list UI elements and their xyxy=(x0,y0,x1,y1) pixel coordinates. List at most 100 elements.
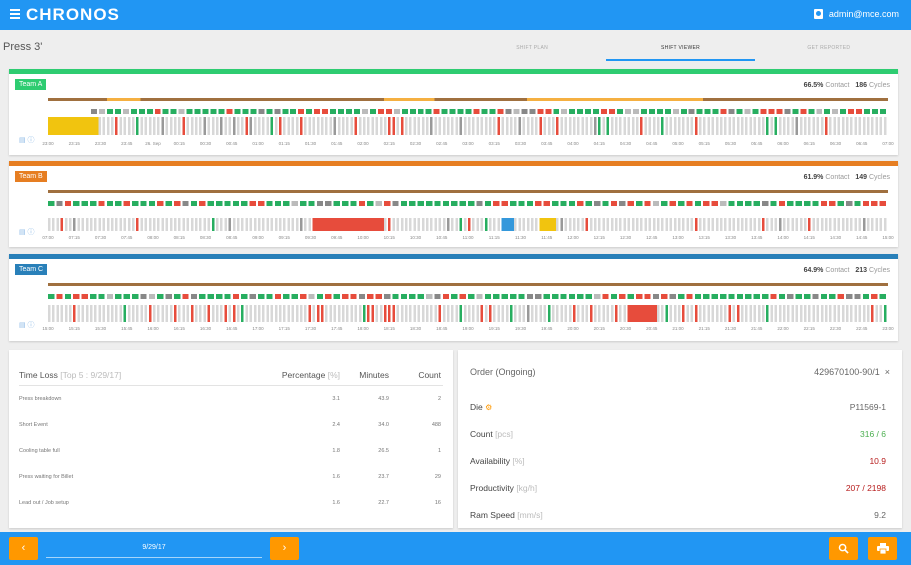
tab-reports[interactable]: GET REPORTED xyxy=(755,40,903,61)
time-tick-label: 11:15 xyxy=(488,235,500,240)
print-icon xyxy=(876,543,889,555)
time-tick-label: 07:00 xyxy=(42,235,54,240)
time-tick-label: 18:00 xyxy=(357,326,369,331)
order-title: Order (Ongoing) xyxy=(470,367,536,377)
time-tick-label: 23:15 xyxy=(68,141,80,146)
time-tick-label: 14:00 xyxy=(777,235,789,240)
time-tick-label: 15:00 xyxy=(882,235,894,240)
team-c-lane-icons[interactable]: ▤ ⓘ xyxy=(19,320,35,330)
team-c-cycle-row xyxy=(48,305,888,322)
team-c-timeline: Team C 64.9% Contact 213 Cycles ▤ ⓘ 15:0… xyxy=(9,254,898,341)
col-count: Count xyxy=(418,370,441,380)
time-tick-label: 16:00 xyxy=(147,326,159,331)
loss-minutes: 34.0 xyxy=(378,422,389,428)
time-tick-label: 00:15 xyxy=(173,141,185,146)
time-loss-row[interactable]: Cooling table full 1.8 26.5 1 xyxy=(19,448,443,460)
loss-count: 2 xyxy=(437,396,441,402)
time-tick-label: 05:00 xyxy=(672,141,684,146)
time-tick-label: 01:15 xyxy=(278,141,290,146)
time-loss-row[interactable]: Press waiting for Billet 1.6 23.7 29 xyxy=(19,474,443,486)
app-brand[interactable]: CHRONOS xyxy=(26,5,120,25)
time-tick-label: 10:15 xyxy=(383,235,395,240)
time-loss-row[interactable]: Short Event 2.4 34.0 488 xyxy=(19,422,443,434)
time-loss-panel: Time Loss [Top 5 : 9/29/17] Percentage [… xyxy=(9,350,453,528)
loss-minutes: 26.5 xyxy=(378,448,389,454)
team-a-label: Team A xyxy=(15,79,47,90)
time-tick-label: 17:30 xyxy=(304,326,317,331)
team-a-timeline: Team A 66.5% Contact 186 Cycles ▤ ⓘ 23:0… xyxy=(9,69,898,155)
time-tick-label: 13:15 xyxy=(698,235,710,240)
time-tick-label: 05:45 xyxy=(751,141,763,146)
time-tick-label: 07:15 xyxy=(68,235,80,240)
time-tick-label: 09:45 xyxy=(331,235,343,240)
time-tick-label: 02:45 xyxy=(436,141,448,146)
team-c-label: Team C xyxy=(15,264,48,275)
close-icon[interactable]: × xyxy=(885,367,890,377)
order-field-row: Die ⚙ P11569-1 xyxy=(470,402,890,416)
time-tick-label: 18:30 xyxy=(409,326,422,331)
time-tick-label: 26. Sep xyxy=(145,141,161,146)
col-minutes: Minutes xyxy=(359,370,389,380)
col-percentage-unit: [%] xyxy=(327,370,340,380)
time-tick-label: 21:15 xyxy=(698,326,710,331)
time-tick-label: 20:00 xyxy=(567,326,579,331)
team-b-time-axis: 07:00 07:15 07:30 07:45 08:00 08:15 08:30 08:45… xyxy=(42,235,893,243)
time-tick-label: 05:30 xyxy=(724,141,737,146)
order-field-value: 316 / 6 xyxy=(860,429,886,439)
order-field-value: 10.9 xyxy=(869,456,886,466)
prev-day-button[interactable]: ‹ xyxy=(9,537,38,560)
next-day-button[interactable]: › xyxy=(270,537,299,560)
time-tick-label: 20:45 xyxy=(646,326,658,331)
col-percentage: Percentage [%] xyxy=(282,370,340,380)
loss-minutes: 22.7 xyxy=(378,500,389,506)
chevron-left-icon: ‹ xyxy=(21,542,26,554)
die-info-icon[interactable]: ⚙ xyxy=(485,403,492,412)
time-tick-label: 18:45 xyxy=(436,326,448,331)
order-field-label: Productivity xyxy=(470,483,514,493)
loss-percentage: 2.4 xyxy=(332,422,340,428)
tab-shift-viewer[interactable]: SHIFT VIEWER xyxy=(606,40,755,61)
order-field-label: Count xyxy=(470,429,493,439)
date-input[interactable]: 9/29/17 xyxy=(46,540,262,558)
team-b-overview-bar xyxy=(48,190,888,193)
time-tick-label: 12:45 xyxy=(646,235,658,240)
time-tick-label: 16:45 xyxy=(226,326,238,331)
time-tick-label: 17:45 xyxy=(331,326,343,331)
order-field-unit: [mm/s] xyxy=(517,510,543,520)
time-tick-label: 11:45 xyxy=(541,235,553,240)
print-button[interactable] xyxy=(868,537,897,560)
team-b-state-row xyxy=(48,201,888,206)
team-b-stats: 61.9% Contact 149 Cycles xyxy=(804,174,890,181)
search-button[interactable] xyxy=(829,537,858,560)
time-tick-label: 23:00 xyxy=(42,141,54,146)
time-tick-label: 17:15 xyxy=(278,326,290,331)
team-a-state-row xyxy=(91,109,888,114)
team-c-cycles-value: 213 xyxy=(855,267,868,274)
time-tick-label: 05:15 xyxy=(698,141,710,146)
time-loss-row[interactable]: Press breakdown 3.1 43.9 2 xyxy=(19,396,443,408)
time-tick-label: 04:15 xyxy=(593,141,605,146)
team-a-lane-icons[interactable]: ▤ ⓘ xyxy=(19,135,35,145)
team-c-state-row xyxy=(48,294,888,299)
time-tick-label: 06:00 xyxy=(777,141,789,146)
time-tick-label: 13:00 xyxy=(672,235,684,240)
time-loss-row[interactable]: Lead out / Job setup 1.6 22.7 16 xyxy=(19,500,443,512)
loss-count: 16 xyxy=(434,500,441,506)
footer-bar: ‹ 9/29/17 › xyxy=(0,532,911,565)
menu-icon[interactable] xyxy=(10,9,20,19)
tab-shift-plan[interactable]: SHIFT PLAN xyxy=(458,40,606,61)
contact-label: Contact xyxy=(825,82,850,89)
time-tick-label: 01:30 xyxy=(304,141,317,146)
cycles-label: Cycles xyxy=(868,174,890,181)
contact-label: Contact xyxy=(825,174,850,181)
time-tick-label: 15:30 xyxy=(94,326,107,331)
time-tick-label: 01:45 xyxy=(331,141,343,146)
loss-percentage: 1.8 xyxy=(332,448,340,454)
time-tick-label: 12:15 xyxy=(593,235,605,240)
time-tick-label: 15:45 xyxy=(121,326,133,331)
order-panel: Order (Ongoing) 429670100-90/1 × Die ⚙ P1… xyxy=(458,350,902,528)
team-b-lane-icons[interactable]: ▤ ⓘ xyxy=(19,227,35,237)
time-tick-label: 16:15 xyxy=(173,326,185,331)
team-a-cycle-row xyxy=(48,117,888,135)
user-menu[interactable]: admin@mce.com xyxy=(813,9,899,19)
